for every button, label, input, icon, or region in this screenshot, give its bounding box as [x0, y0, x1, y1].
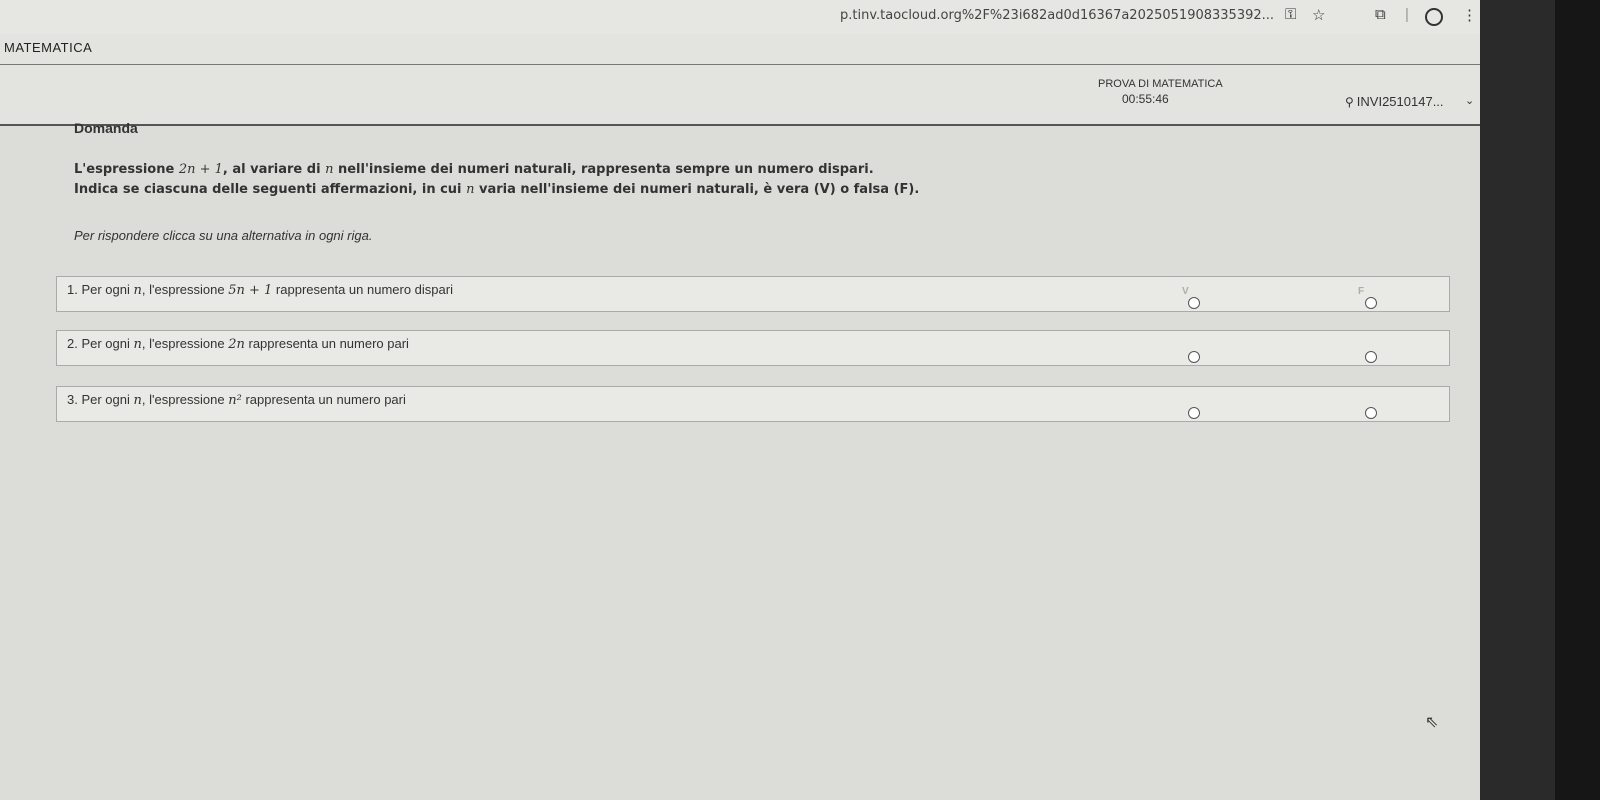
header-divider: [0, 64, 1480, 65]
statement-text: 3. Per ogni n, l'espressione n² rapprese…: [67, 392, 406, 408]
statement-part: Per ogni: [81, 392, 130, 407]
question-panel: Domanda L'espressione 2n + 1, al variare…: [30, 110, 1470, 470]
statement-number: 1.: [67, 282, 78, 297]
chevron-down-icon[interactable]: ⌄: [1465, 94, 1474, 107]
address-bar[interactable]: p.tinv.taocloud.org%2F%23i682ad0d16367a2…: [840, 8, 1274, 23]
radio-false[interactable]: [1365, 351, 1377, 363]
toolbar-divider: |: [1405, 6, 1409, 23]
statement-number: 3.: [67, 392, 78, 407]
user-id: INVI2510147...: [1356, 94, 1444, 109]
user-menu[interactable]: ⚲ INVI2510147...: [1345, 94, 1444, 109]
math-expression: 2n + 1: [178, 162, 223, 177]
question-prompt: L'espressione 2n + 1, al variare di n ne…: [74, 162, 874, 177]
statement-part: Per ogni: [81, 282, 130, 297]
prompt-text: , al variare di: [222, 162, 321, 177]
key-icon[interactable]: ⚿: [1285, 6, 1296, 23]
mouse-cursor-icon: ⇖: [1425, 714, 1439, 731]
question-heading: Domanda: [74, 120, 138, 136]
prompt-text: nell'insieme dei numeri naturali, rappre…: [337, 162, 874, 177]
statement-part: , l'espressione: [141, 392, 225, 407]
math-variable: n: [133, 337, 142, 352]
exam-title: PROVA DI MATEMATICA: [1098, 78, 1223, 90]
statement-number: 2.: [67, 336, 78, 351]
extensions-icon[interactable]: ⧉: [1375, 6, 1386, 23]
math-expression: n²: [228, 393, 242, 408]
star-icon[interactable]: ☆: [1312, 6, 1325, 24]
radio-true[interactable]: [1188, 407, 1200, 419]
math-variable: n: [325, 162, 334, 177]
answer-row-1: 1. Per ogni n, l'espressione 5n + 1 rapp…: [56, 276, 1450, 312]
math-variable: n: [133, 393, 142, 408]
statement-text: 2. Per ogni n, l'espressione 2n rapprese…: [67, 336, 409, 352]
statement-part: , l'espressione: [141, 282, 225, 297]
question-prompt: Indica se ciascuna delle seguenti afferm…: [74, 182, 919, 197]
prompt-text: L'espressione: [74, 162, 175, 177]
math-expression: 5n + 1: [228, 283, 273, 298]
radio-false[interactable]: [1365, 407, 1377, 419]
math-expression: 2n: [228, 337, 245, 352]
app-title: MATEMATICA: [4, 40, 93, 55]
statement-part: , l'espressione: [141, 336, 225, 351]
radio-true[interactable]: [1188, 351, 1200, 363]
background-strip: [1555, 0, 1600, 800]
math-variable: n: [133, 283, 142, 298]
more-vertical-icon[interactable]: ⋮: [1462, 6, 1477, 24]
prompt-text: varia nell'insieme dei numeri naturali, …: [478, 182, 920, 197]
user-icon: ⚲: [1345, 95, 1354, 109]
answer-row-2: 2. Per ogni n, l'espressione 2n rapprese…: [56, 330, 1450, 366]
statement-text: 1. Per ogni n, l'espressione 5n + 1 rapp…: [67, 282, 453, 298]
prompt-text: Indica se ciascuna delle seguenti afferm…: [74, 182, 462, 197]
radio-false[interactable]: [1365, 297, 1377, 309]
statement-part: Per ogni: [81, 336, 130, 351]
profile-icon[interactable]: [1425, 8, 1443, 26]
statement-part: rappresenta un numero dispari: [275, 282, 453, 297]
timer: 00:55:46: [1122, 92, 1169, 106]
math-variable: n: [466, 182, 475, 197]
statement-part: rappresenta un numero pari: [245, 392, 406, 407]
statement-part: rappresenta un numero pari: [248, 336, 409, 351]
browser-toolbar: p.tinv.taocloud.org%2F%23i682ad0d16367a2…: [0, 0, 1600, 34]
answer-row-3: 3. Per ogni n, l'espressione n² rapprese…: [56, 386, 1450, 422]
instruction-text: Per rispondere clicca su una alternativa…: [74, 228, 373, 243]
radio-true[interactable]: [1188, 297, 1200, 309]
